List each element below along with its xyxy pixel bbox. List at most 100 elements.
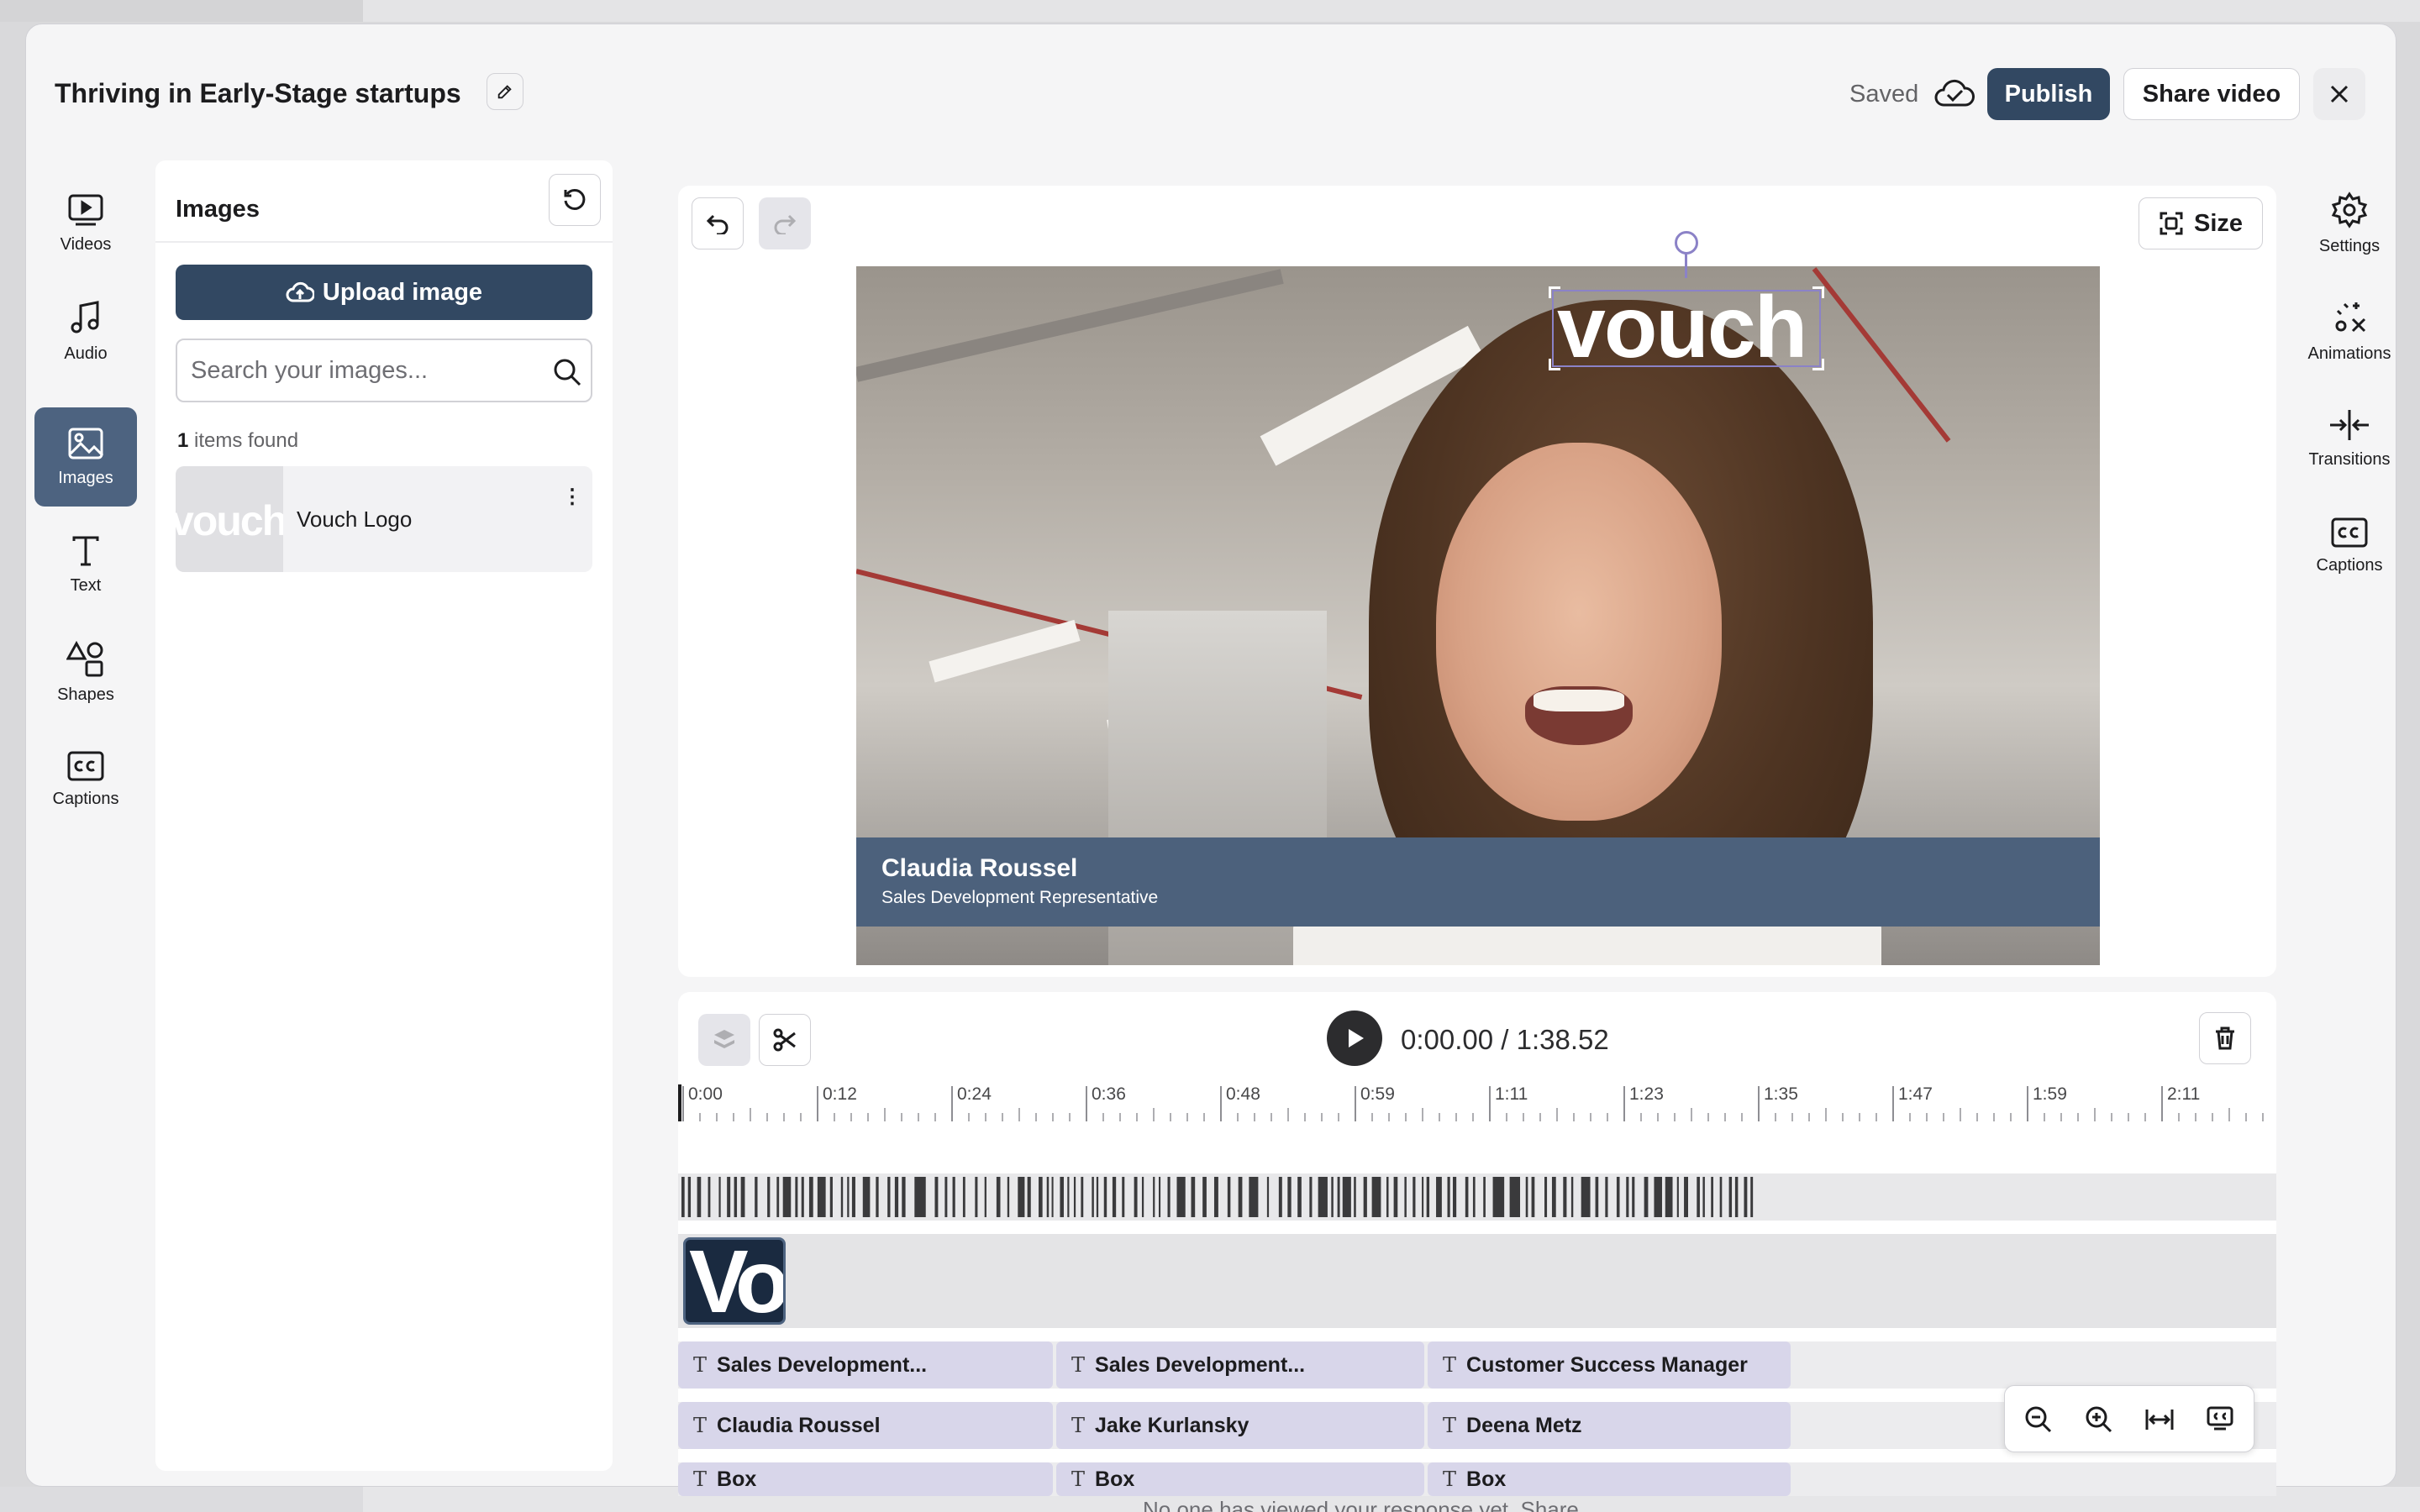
waveform-bar [1426,1177,1430,1217]
sidebar-item-videos[interactable]: Videos [34,174,137,273]
waveform-bar [902,1177,906,1217]
waveform-bar [1067,1177,1070,1217]
playback-time: 0:00.00 / 1:38.52 [1401,1024,1609,1055]
delete-button[interactable] [2199,1012,2251,1064]
undo-button[interactable] [692,197,744,249]
text-icon: T [1071,1467,1086,1491]
text-clip[interactable]: T Claudia Roussel [678,1402,1053,1449]
sidebar-item-text[interactable]: Text [34,515,137,614]
text-clip[interactable]: T Deena Metz [1428,1402,1791,1449]
waveform-bar [1159,1177,1161,1217]
text-clip[interactable]: T Jake Kurlansky [1056,1402,1424,1449]
sidebar-item-images[interactable]: Images [34,407,137,507]
waveform-bar [1297,1177,1302,1217]
waveform-bar [1337,1177,1340,1217]
redo-button[interactable] [759,197,811,249]
split-button[interactable] [759,1014,811,1066]
resize-handle[interactable] [1549,359,1560,370]
play-button[interactable] [1327,1011,1382,1066]
shape-clip-label: Box [1095,1467,1135,1491]
edit-title-button[interactable] [487,73,523,110]
zoom-out-button[interactable] [2013,1394,2064,1445]
search-icon[interactable] [552,357,582,387]
caption-track-button[interactable] [2195,1394,2245,1445]
results-count: 1 items found [177,429,298,453]
waveform-bar [944,1177,948,1217]
more-options-icon[interactable]: ⋮ [562,485,582,509]
size-button[interactable]: Size [2139,197,2263,249]
text-clip[interactable]: T Sales Development... [678,1341,1053,1389]
waveform-bar [1202,1177,1207,1217]
audio-waveform-track[interactable] [678,1173,2276,1221]
resize-handle[interactable] [1549,286,1560,298]
waveform-bar [887,1177,891,1217]
sidebar-item-transitions[interactable]: Transitions [2295,389,2404,488]
sidebar-item-shapes[interactable]: Shapes [34,622,137,722]
waveform-bar [1483,1177,1486,1217]
logo-image-clip[interactable]: Vo [683,1237,786,1325]
refresh-button[interactable] [549,174,601,226]
logo-overlay[interactable]: vouch [1549,279,1824,376]
tick-label: 1:47 [1898,1084,1933,1104]
shapes-icon [66,640,103,676]
sidebar-item-settings[interactable]: Settings [2295,174,2404,273]
zoom-in-button[interactable] [2074,1394,2124,1445]
waveform-bar [767,1177,771,1217]
text-clip[interactable]: T Sales Development... [1056,1341,1424,1389]
waveform-bar [1039,1177,1043,1217]
fit-width-icon [2145,1410,2174,1430]
sidebar-item-audio[interactable]: Audio [34,281,137,381]
waveform-bar [1404,1177,1407,1217]
waveform-bar [801,1177,804,1217]
waveform-bar [1436,1177,1442,1217]
waveform-bar [962,1177,965,1217]
playhead[interactable] [678,1084,681,1121]
waveform-bar [1654,1177,1662,1217]
waveform-bar [1509,1177,1521,1217]
music-note-icon [71,300,99,333]
image-list-item[interactable]: vouch Vouch Logo ⋮ [176,466,592,572]
sidebar-item-animations[interactable]: Animations [2295,281,2404,381]
text-clip[interactable]: T Customer Success Manager [1428,1341,1791,1389]
waveform-bar [1141,1177,1144,1217]
tick-label: 0:59 [1360,1084,1395,1104]
scissors-icon [773,1028,796,1052]
thumbnail-logo-text: vouch [176,497,283,544]
close-button[interactable] [2313,68,2365,120]
cloud-check-icon [1933,75,1975,116]
captions-icon [67,751,104,780]
waveform-bar [1060,1177,1064,1217]
publish-button[interactable]: Publish [1987,68,2110,120]
upload-image-label: Upload image [322,278,483,306]
video-preview[interactable]: Claudia Roussel Sales Development Repres… [856,266,2100,965]
sidebar-item-captions[interactable]: Captions [34,730,137,829]
waveform-bar [727,1177,731,1217]
waveform-bar [740,1177,745,1217]
image-track: Vo [678,1234,2276,1328]
logo-overlay-text: vouch [1557,279,1807,376]
waveform-bar [1167,1177,1171,1217]
timeline-ruler[interactable]: 0:00 0:12 0:24 0:36 0:48 0:59 1:11 1:23 1:35 1:47… [678,1084,2276,1121]
waveform-bar [1413,1177,1416,1217]
rotate-handle[interactable] [1675,231,1698,255]
waveform-bar [1134,1177,1138,1217]
share-video-button[interactable]: Share video [2123,68,2300,120]
shape-clip[interactable]: T Box [1428,1462,1791,1496]
fit-timeline-button[interactable] [2134,1394,2185,1445]
waveform-bar [984,1177,986,1217]
shape-clip[interactable]: T Box [1056,1462,1424,1496]
text-icon: T [1443,1414,1457,1437]
resize-handle[interactable] [1812,359,1824,370]
waveform-bar [1018,1177,1025,1217]
waveform-bar [1750,1177,1754,1217]
resize-handle[interactable] [1812,286,1824,298]
upload-image-button[interactable]: Upload image [176,265,592,320]
timeline-zoom-controls [2004,1385,2254,1452]
shape-clip[interactable]: T Box [678,1462,1053,1496]
lower-third-banner[interactable]: Claudia Roussel Sales Development Repres… [856,837,2100,927]
audio-waveform [681,1177,1754,1217]
sidebar-item-captions-settings[interactable]: Captions [2295,496,2404,596]
layers-button[interactable] [698,1014,750,1066]
divider [155,241,613,243]
search-input[interactable] [191,354,544,387]
